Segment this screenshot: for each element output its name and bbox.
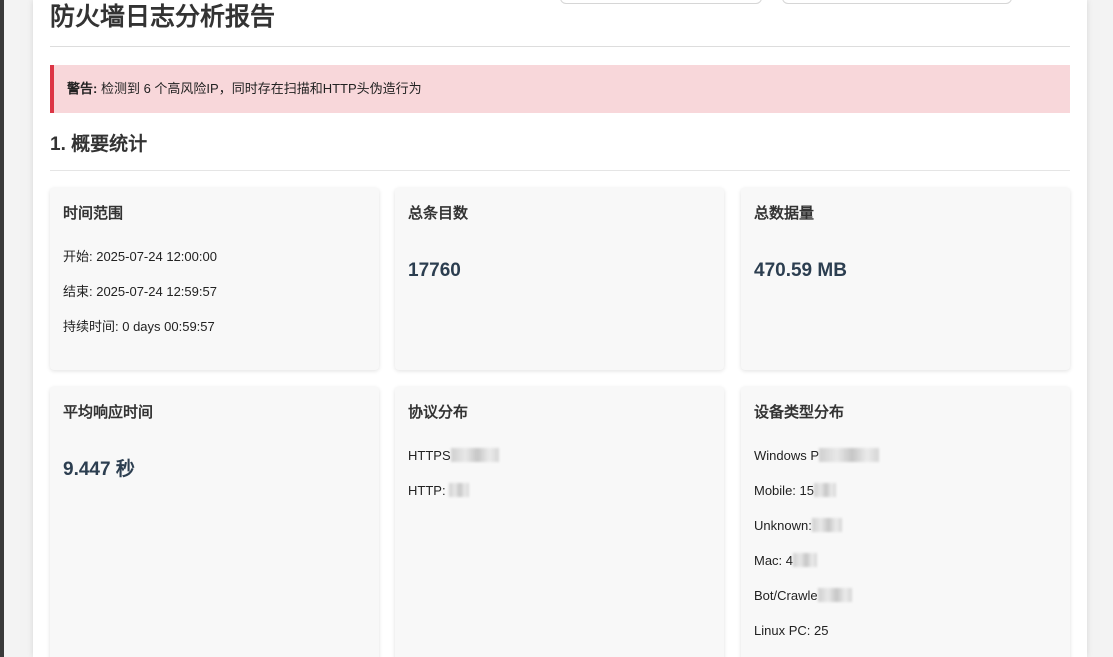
report-page: 防火墙日志分析报告 警告: 检测到 6 个高风险IP，同时存在扫描和HTTP头伪… — [33, 0, 1087, 657]
section-title-summary: 1. 概要统计 — [50, 134, 148, 155]
protocol-http-label: HTTP: — [408, 483, 450, 498]
alert-message: 检测到 6 个高风险IP，同时存在扫描和HTTP头伪造行为 — [97, 81, 422, 96]
redacted-value — [793, 553, 818, 567]
protocol-http: HTTP: — [408, 483, 711, 499]
section-divider — [50, 170, 1070, 171]
redacted-value — [450, 448, 499, 462]
total-entries-value: 17760 — [408, 260, 461, 281]
protocol-https: HTTPS — [408, 448, 711, 464]
card-title: 协议分布 — [408, 404, 469, 421]
card-title: 时间范围 — [63, 205, 124, 222]
card-title: 总数据量 — [754, 205, 815, 222]
top-input-fragment — [560, 0, 762, 4]
card-title: 平均响应时间 — [63, 404, 154, 421]
protocol-list: HTTPS HTTP: — [408, 448, 711, 499]
device-bot-label: Bot/Crawle — [754, 588, 818, 603]
time-duration: 持续时间: 0 days 00:59:57 — [63, 319, 215, 334]
card-total-entries: 总条目数 17760 — [395, 188, 724, 370]
redacted-value — [813, 483, 836, 497]
card-avg-response: 平均响应时间 9.447 秒 — [50, 387, 379, 657]
device-windows-label: Windows P — [754, 448, 820, 463]
redacted-value — [817, 588, 852, 602]
device-mobile: Mobile: 15 — [754, 483, 1057, 499]
device-list: Windows P Mobile: 15 Unknown: Mac: 4 Bot… — [754, 448, 1057, 639]
device-bot: Bot/Crawle — [754, 588, 1057, 604]
card-title: 总条目数 — [408, 205, 469, 222]
protocol-https-label: HTTPS — [408, 448, 451, 463]
window-left-edge — [0, 0, 4, 657]
device-linux: Linux PC: 25 — [754, 623, 829, 638]
time-range-list: 开始: 2025-07-24 12:00:00 结束: 2025-07-24 1… — [63, 249, 366, 335]
device-mac-label: Mac: 4 — [754, 553, 794, 568]
alert-label: 警告: — [67, 81, 98, 96]
time-start: 开始: 2025-07-24 12:00:00 — [63, 249, 217, 264]
redacted-value — [811, 518, 842, 532]
page-title: 防火墙日志分析报告 — [50, 3, 276, 31]
card-device-type: 设备类型分布 Windows P Mobile: 15 Unknown: Mac… — [741, 387, 1070, 657]
device-unknown-label: Unknown: — [754, 518, 812, 533]
redacted-value — [449, 483, 470, 497]
total-data-value: 470.59 MB — [754, 260, 847, 281]
device-unknown: Unknown: — [754, 518, 1057, 534]
avg-response-value: 9.447 秒 — [63, 459, 135, 480]
redacted-value — [819, 448, 880, 462]
time-end: 结束: 2025-07-24 12:59:57 — [63, 284, 217, 299]
warning-alert: 警告: 检测到 6 个高风险IP，同时存在扫描和HTTP头伪造行为 — [50, 65, 1070, 113]
device-windows: Windows P — [754, 448, 1057, 464]
device-mobile-label: Mobile: 15 — [754, 483, 814, 498]
card-title: 设备类型分布 — [754, 404, 845, 421]
device-mac: Mac: 4 — [754, 553, 1057, 569]
title-divider — [50, 46, 1070, 47]
top-input-fragment — [782, 0, 1012, 4]
card-time-range: 时间范围 开始: 2025-07-24 12:00:00 结束: 2025-07… — [50, 188, 379, 370]
card-protocol: 协议分布 HTTPS HTTP: — [395, 387, 724, 657]
card-total-data: 总数据量 470.59 MB — [741, 188, 1070, 370]
